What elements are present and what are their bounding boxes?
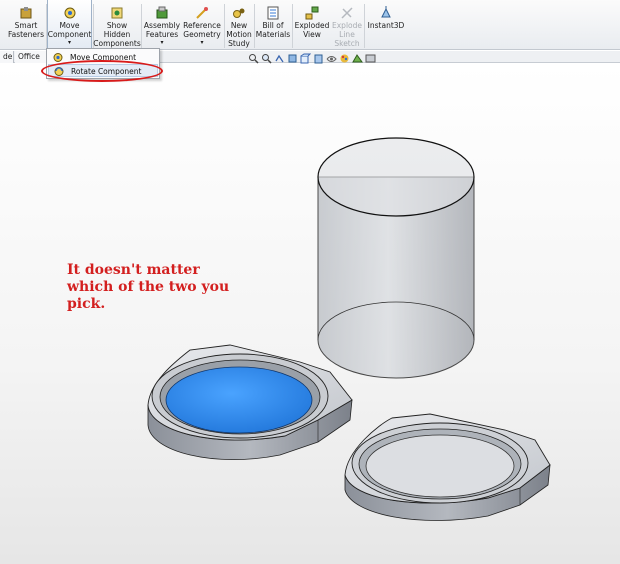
show-hidden-components-button[interactable]: Show Hidden Components [93, 0, 141, 50]
motion-study-label-1: New [230, 21, 248, 30]
exploded-view-button[interactable]: Exploded View [293, 0, 331, 50]
tab-office-products[interactable]: Office P [15, 51, 49, 73]
reference-geometry-button[interactable]: Reference Geometry ▾ [182, 0, 222, 50]
annotation-line-2: which of the two you [67, 279, 230, 295]
move-component-button[interactable]: Move Component ▾ [47, 0, 92, 50]
view-orientation-icon[interactable] [300, 53, 312, 64]
motion-study-label-3: Study [228, 39, 250, 48]
exploded-view-label-1: Exploded [294, 21, 330, 30]
tab-partial[interactable]: de [0, 51, 14, 63]
hide-show-items-icon[interactable] [326, 53, 337, 64]
smart-fasteners-icon [19, 6, 33, 20]
move-component-icon [53, 53, 63, 62]
zoom-to-area-icon[interactable] [261, 53, 272, 64]
annotation-line-1: It doesn't matter [67, 262, 200, 278]
assembly-features-icon [155, 6, 169, 20]
apply-scene-icon[interactable] [352, 53, 363, 64]
base-part-left[interactable] [147, 344, 353, 460]
explode-line-sketch-label-3: Sketch [334, 39, 360, 48]
show-hidden-icon [110, 6, 124, 20]
bom-icon [266, 6, 280, 20]
chevron-down-icon[interactable]: ▾ [160, 40, 163, 46]
smart-fasteners-label-2: Fasteners [7, 30, 45, 39]
assembly-features-label-1: Assembly [143, 21, 181, 30]
annotation-line-3: pick. [67, 296, 106, 312]
bill-of-materials-button[interactable]: Bill of Materials [255, 0, 291, 50]
instant3d-icon [379, 6, 393, 20]
move-component-label-1: Move [59, 21, 80, 30]
explode-line-sketch-icon [340, 6, 354, 20]
chevron-down-icon[interactable]: ▾ [200, 40, 203, 46]
motion-study-label-2: Motion [226, 30, 252, 39]
instant3d-button[interactable]: Instant3D [365, 0, 407, 50]
motion-study-icon [232, 6, 246, 20]
bom-label-1: Bill of [262, 21, 284, 30]
previous-view-icon[interactable] [274, 53, 285, 64]
move-component-icon [63, 6, 77, 20]
cylinder-part[interactable] [317, 137, 475, 379]
bom-label-2: Materials [255, 30, 291, 39]
exploded-view-icon [305, 6, 319, 20]
show-hidden-label-3: Components [93, 39, 141, 48]
chevron-down-icon[interactable]: ▾ [68, 40, 71, 46]
show-hidden-label-1: Show [106, 21, 128, 30]
command-manager-ribbon: Smart Fasteners Move Component ▾ Show Hi… [0, 0, 620, 50]
new-motion-study-button[interactable]: New Motion Study [225, 0, 253, 50]
assembly-features-button[interactable]: Assembly Features ▾ [142, 0, 182, 50]
reference-geometry-icon [195, 6, 209, 20]
explode-line-sketch-label-2: Line [339, 30, 355, 39]
reference-geometry-label-1: Reference [183, 21, 221, 30]
base-part-right[interactable] [344, 413, 551, 521]
assembly-model-view[interactable] [0, 64, 620, 564]
tutorial-annotation: It doesn't matter which of the two you p… [67, 262, 237, 313]
section-view-icon[interactable] [287, 53, 298, 64]
display-style-icon[interactable] [313, 53, 324, 64]
highlight-ring-annotation [41, 60, 163, 82]
smart-fasteners-label-1: Smart [14, 21, 38, 30]
exploded-view-label-2: View [303, 30, 321, 39]
view-settings-icon[interactable] [365, 53, 376, 64]
instant3d-label: Instant3D [367, 21, 405, 30]
explode-line-sketch-button[interactable]: Explode Line Sketch [331, 0, 363, 50]
edit-appearance-icon[interactable] [339, 53, 350, 64]
reference-geometry-label-2: Geometry [183, 30, 221, 39]
show-hidden-label-2: Hidden [103, 30, 131, 39]
assembly-features-label-2: Features [145, 30, 179, 39]
smart-fasteners-button[interactable]: Smart Fasteners [6, 0, 46, 50]
explode-line-sketch-label-1: Explode [332, 21, 362, 30]
move-component-label-2: Component [47, 30, 92, 39]
zoom-to-fit-icon[interactable] [248, 53, 259, 64]
